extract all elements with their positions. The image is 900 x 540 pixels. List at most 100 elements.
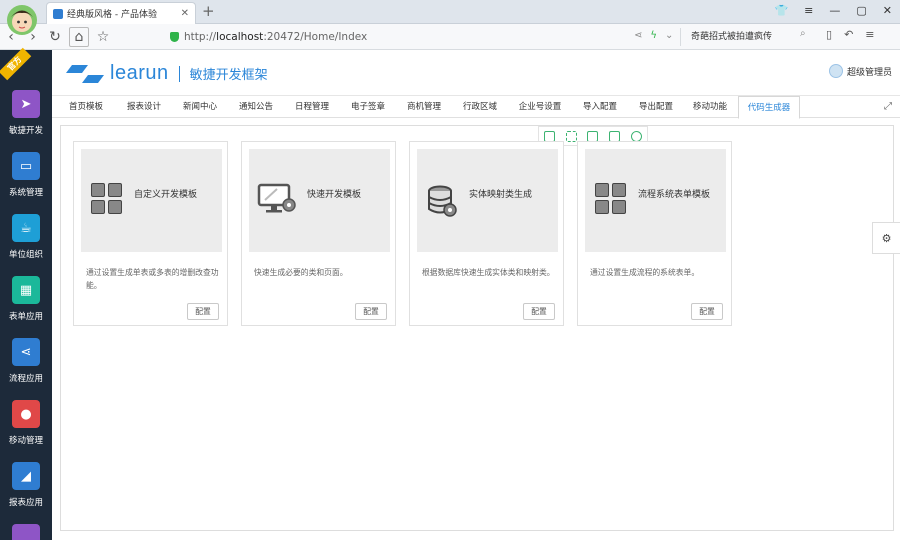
configure-button[interactable]: 配置 (523, 303, 555, 320)
sidebar-item-agile-dev[interactable]: ➤ 敏捷开发 (0, 90, 52, 152)
monitor-gear-icon (257, 183, 296, 213)
tab-export-config[interactable]: 导出配置 (636, 96, 676, 118)
chart-icon: ◢ (12, 462, 40, 490)
sidebar-item-label: 敏捷开发 (8, 126, 43, 136)
share-icon[interactable]: ⋖ (634, 30, 642, 41)
close-window-button[interactable]: ✕ (883, 4, 892, 17)
tab-import-config[interactable]: 导入配置 (580, 96, 620, 118)
grid-blocks-icon (595, 183, 609, 197)
grid-block (108, 200, 122, 214)
database-icon (428, 185, 457, 217)
reload-button[interactable]: ↻ (44, 29, 66, 45)
card-title: 自定义开发模板 (134, 190, 198, 200)
grid-block (612, 183, 626, 197)
app-header: learun 敏捷开发框架 超级管理员 (52, 50, 900, 96)
brand-name: learun (110, 62, 169, 84)
bookmark-star-icon[interactable]: ☆ (92, 29, 114, 45)
sidebar-item-label: 单位组织 (8, 250, 43, 260)
template-card-quick-dev[interactable]: 快速开发模板 快速生成必要的类和页面。 配置 (241, 141, 396, 326)
browser-tab[interactable]: 经典版风格 - 产品体验 ✕ (46, 2, 196, 24)
close-tab-icon[interactable]: ✕ (181, 8, 189, 19)
sidebar-item-workflow[interactable]: ⋖ 流程应用 (0, 338, 52, 400)
url-prefix: http:// (184, 31, 217, 43)
url-host: localhost (216, 31, 264, 43)
card-description: 根据数据库快速生成实体类和映射类。 (422, 268, 555, 277)
configure-button[interactable]: 配置 (691, 303, 723, 320)
card-illustration: 自定义开发模板 (81, 149, 222, 252)
maximize-button[interactable]: ▢ (856, 4, 866, 17)
template-card-custom-dev[interactable]: 自定义开发模板 通过设置生成单表或多表的增删改查功能。 配置 (73, 141, 228, 326)
fullscreen-toggle-icon[interactable] (565, 130, 577, 142)
tab-news[interactable]: 新闻中心 (180, 96, 220, 118)
configure-button[interactable]: 配置 (187, 303, 219, 320)
url-field[interactable]: http://localhost:20472/Home/Index (170, 28, 630, 46)
tab-home-template[interactable]: 首页模板 (66, 96, 106, 118)
copy-icon[interactable] (544, 130, 556, 142)
save-icon[interactable] (587, 130, 599, 142)
url-path: :20472/Home/Index (263, 31, 368, 43)
coffee-cup-icon: ☕ (12, 214, 40, 242)
monitor-icon: ▭ (12, 152, 40, 180)
settings-gear-icon[interactable]: ⚙ (872, 222, 900, 254)
tab-schedule[interactable]: 日程管理 (292, 96, 332, 118)
sidebar-item-partial[interactable] (12, 524, 40, 540)
sidebar-item-system[interactable]: ▭ 系统管理 (0, 152, 52, 214)
brand-logo[interactable]: learun 敏捷开发框架 (66, 62, 268, 85)
tab-notices[interactable]: 通知公告 (236, 96, 276, 118)
user-avatar-icon (828, 64, 843, 78)
template-card-workflow-form[interactable]: 流程系统表单模板 通过设置生成流程的系统表单。 配置 (577, 141, 732, 326)
grid-block (612, 200, 626, 214)
search-field[interactable]: 奇葩招式被拍遭疯传 (680, 28, 815, 46)
fullscreen-icon[interactable]: ⤢ (884, 101, 892, 112)
secure-shield-icon (170, 32, 179, 42)
browser-tab-title: 经典版风格 - 产品体验 (67, 10, 157, 20)
menu-lines-icon[interactable]: ≡ (804, 4, 813, 17)
sidebar-item-organization[interactable]: ☕ 单位组织 (0, 214, 52, 276)
grid-block (108, 183, 122, 197)
sidebar-item-reports[interactable]: ◢ 报表应用 (0, 462, 52, 524)
address-bar: ‹ › ↻ ⌂ ☆ http://localhost:20472/Home/In… (0, 24, 900, 50)
tab-regions[interactable]: 行政区域 (460, 96, 500, 118)
user-menu[interactable]: 超级管理员 (828, 64, 892, 78)
settings-icon[interactable] (630, 130, 642, 142)
sidebar: 官方 ➤ 敏捷开发 ▭ 系统管理 ☕ 单位组织 ▦ 表单应用 ⋖ 流程应用 ● … (0, 47, 52, 540)
official-ribbon: 官方 (0, 47, 32, 81)
card-illustration: 快速开发模板 (249, 149, 390, 252)
avatar (7, 5, 37, 35)
hamburger-menu-icon[interactable]: ≡ (865, 28, 874, 41)
tab-enterprise-settings[interactable]: 企业号设置 (516, 96, 564, 118)
card-description: 快速生成必要的类和页面。 (254, 268, 348, 277)
new-tab-button[interactable]: + (202, 2, 215, 20)
user-name: 超级管理员 (846, 67, 892, 78)
sidebar-item-label: 表单应用 (8, 312, 43, 322)
template-card-entity-mapping[interactable]: 实体映射类生成 根据数据库快速生成实体类和映射类。 配置 (409, 141, 564, 326)
tab-code-generator[interactable]: 代码生成器 (738, 96, 800, 119)
sidebar-item-forms[interactable]: ▦ 表单应用 (0, 276, 52, 338)
phone-icon[interactable]: ▯ (826, 28, 832, 41)
card-illustration: 流程系统表单模板 (585, 149, 726, 252)
chevron-down-icon[interactable]: ⌄ (665, 30, 673, 41)
card-title: 实体映射类生成 (469, 190, 533, 200)
android-icon: ● (12, 400, 40, 428)
card-title: 流程系统表单模板 (638, 190, 711, 200)
configure-button[interactable]: 配置 (355, 303, 387, 320)
brand-separator (178, 65, 180, 82)
tab-e-signature[interactable]: 电子签章 (348, 96, 388, 118)
sidebar-item-label: 移动管理 (8, 436, 43, 446)
undo-icon[interactable]: ↶ (844, 28, 853, 41)
tab-mobile-functions[interactable]: 移动功能 (690, 96, 730, 118)
lightning-icon[interactable]: ϟ (650, 30, 657, 41)
learun-logo-icon (66, 64, 104, 83)
home-button[interactable]: ⌂ (69, 26, 89, 47)
tab-opportunities[interactable]: 商机管理 (404, 96, 444, 118)
search-icon[interactable]: ⌕ (800, 28, 806, 39)
sidebar-item-label: 流程应用 (8, 374, 43, 384)
shirt-icon[interactable]: 👕 (774, 4, 788, 17)
sidebar-item-mobile[interactable]: ● 移动管理 (0, 400, 52, 462)
export-icon[interactable] (609, 130, 621, 142)
tab-report-design[interactable]: 报表设计 (124, 96, 164, 118)
minimize-button[interactable]: — (829, 4, 840, 17)
card-illustration: 实体映射类生成 (417, 149, 558, 252)
card-title: 快速开发模板 (307, 190, 362, 200)
sidebar-item-label: 报表应用 (8, 498, 43, 508)
